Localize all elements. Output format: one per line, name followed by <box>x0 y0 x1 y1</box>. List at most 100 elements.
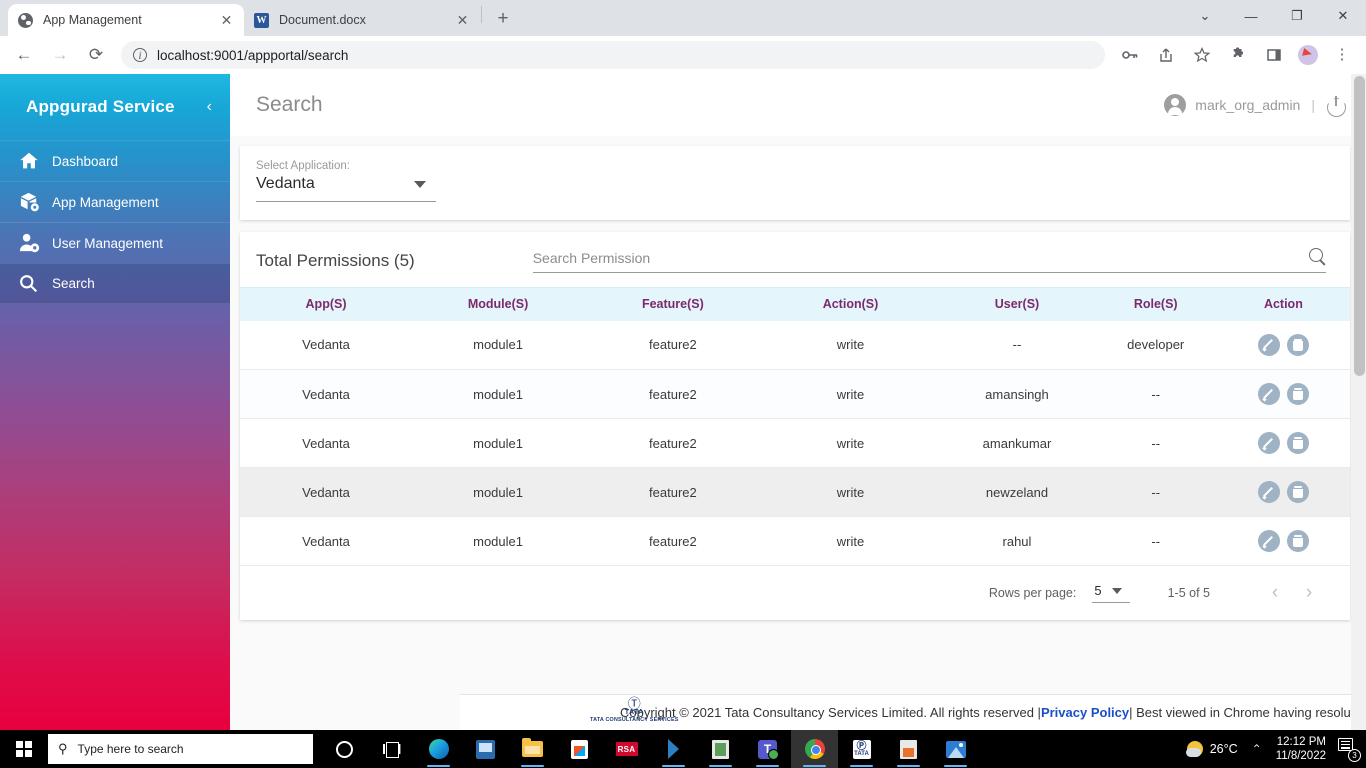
visual-studio-code-icon[interactable] <box>650 730 697 768</box>
cell-actions <box>1216 418 1350 468</box>
browser-window: App Management ✕ W Document.docx ✕ + ⌄ —… <box>0 0 1366 730</box>
sidebar-item-search[interactable]: Search <box>0 263 230 304</box>
toolbar-actions: ⋮ <box>1112 40 1360 70</box>
new-tab-button[interactable]: + <box>489 5 517 33</box>
copyright-text-before: Copyright © 2021 Tata Consultancy Servic… <box>619 705 1041 720</box>
tcs-logo: Ⓣ TATA TATA CONSULTANCY SERVICES <box>590 696 679 723</box>
sidebar-item-user-management[interactable]: User Management <box>0 222 230 263</box>
tcs-mark-icon: Ⓣ <box>627 696 641 711</box>
taskbar-clock[interactable]: 12:12 PM 11/8/2022 <box>1276 735 1326 763</box>
key-icon[interactable] <box>1115 40 1145 70</box>
next-page-button[interactable]: › <box>1292 582 1326 604</box>
chevron-left-icon[interactable]: ‹ <box>207 98 212 116</box>
edit-pencil-icon[interactable] <box>1257 432 1280 454</box>
sidebar-item-label: User Management <box>52 235 164 251</box>
permissions-table: App(S) Module(S) Feature(S) Action(S) Us… <box>240 287 1350 566</box>
photos-icon[interactable] <box>932 730 979 768</box>
total-permissions-label: Total Permissions (5) <box>256 250 415 270</box>
edit-pencil-icon[interactable] <box>1257 333 1280 356</box>
kebab-menu-icon[interactable]: ⋮ <box>1327 40 1357 70</box>
sidebar-item-app-management[interactable]: App Management <box>0 181 230 222</box>
permissions-toolbar: Total Permissions (5) <box>240 232 1350 287</box>
search-permission-field[interactable] <box>532 248 1326 273</box>
sidepanel-icon[interactable] <box>1259 40 1289 70</box>
profile-avatar-icon[interactable] <box>1298 45 1318 65</box>
close-icon[interactable]: ✕ <box>454 12 471 29</box>
delete-trash-icon[interactable] <box>1286 530 1309 552</box>
rows-per-page-select[interactable]: 5 <box>1092 583 1130 603</box>
cortana-icon[interactable] <box>321 730 368 768</box>
microsoft-teams-icon[interactable] <box>744 730 791 768</box>
remote-desktop-icon[interactable] <box>462 730 509 768</box>
maximize-icon[interactable]: ❐ <box>1274 0 1320 32</box>
close-icon[interactable]: ✕ <box>218 12 235 29</box>
sidebar-brand: Appgurad Service ‹ <box>0 74 230 140</box>
cell-user: newzeland <box>939 467 1095 517</box>
taskbar-search-box[interactable]: ⚲ Type here to search <box>48 734 313 764</box>
cell-app: Vedanta <box>240 320 413 370</box>
page-footer: Ⓣ TATA TATA CONSULTANCY SERVICES Copyrig… <box>460 694 1366 730</box>
rsa-securid-icon[interactable]: RSA <box>603 730 650 768</box>
edit-pencil-icon[interactable] <box>1257 481 1280 503</box>
sidebar-item-dashboard[interactable]: Dashboard <box>0 140 230 181</box>
microsoft-edge-icon[interactable] <box>415 730 462 768</box>
bookmark-star-icon[interactable] <box>1187 40 1217 70</box>
delete-trash-icon[interactable] <box>1286 432 1309 454</box>
show-hidden-icons-chevron-icon[interactable]: ⌃ <box>1252 742 1262 756</box>
copyright-text-after: | Best viewed in Chrome having resolutio… <box>1129 705 1366 720</box>
search-icon[interactable] <box>1309 248 1326 265</box>
windows-taskbar: ⚲ Type here to search RSA ⓅTATA 26°C ⌃ 1… <box>0 730 1366 768</box>
page-scrollbar[interactable] <box>1351 74 1366 730</box>
delete-trash-icon[interactable] <box>1286 383 1309 405</box>
extensions-puzzle-icon[interactable] <box>1223 40 1253 70</box>
delete-trash-icon[interactable] <box>1286 481 1309 503</box>
address-bar[interactable]: i localhost:9001/appportal/search <box>121 41 1105 69</box>
file-explorer-icon[interactable] <box>509 730 556 768</box>
close-window-icon[interactable]: ✕ <box>1320 0 1366 32</box>
select-application-dropdown[interactable]: Vedanta <box>256 175 436 202</box>
delete-trash-icon[interactable] <box>1286 333 1309 356</box>
weather-temperature: 26°C <box>1209 742 1238 756</box>
tab-title: App Management <box>43 13 142 27</box>
notification-center-button[interactable]: 3 <box>1338 738 1361 762</box>
tata-app-icon[interactable]: Ⓟ TATA <box>838 730 885 768</box>
divider: | <box>1311 97 1315 113</box>
browser-tab-app-management[interactable]: App Management ✕ <box>8 4 244 36</box>
google-chrome-icon[interactable] <box>791 730 838 768</box>
power-icon[interactable] <box>1326 95 1346 115</box>
forward-icon[interactable]: → <box>45 40 75 70</box>
search-permission-input[interactable] <box>532 250 1299 266</box>
tab-title: Document.docx <box>279 13 366 27</box>
reload-icon[interactable]: ⟳ <box>81 40 111 70</box>
weather-widget[interactable]: 26°C <box>1185 741 1238 757</box>
cell-feature: feature2 <box>584 320 762 370</box>
previous-page-button[interactable]: ‹ <box>1258 582 1292 604</box>
select-application-card: Select Application: Vedanta <box>240 146 1350 220</box>
table-header: App(S) Module(S) Feature(S) Action(S) Us… <box>240 287 1350 321</box>
page-info-icon[interactable]: i <box>133 48 147 62</box>
page-header: Search mark_org_admin | <box>230 74 1366 136</box>
cell-module: module1 <box>412 467 585 517</box>
edit-pencil-icon[interactable] <box>1257 383 1280 405</box>
minimize-all-icon[interactable]: ⌄ <box>1182 0 1228 32</box>
cell-app: Vedanta <box>240 516 413 566</box>
minimize-icon[interactable]: — <box>1228 0 1274 32</box>
pdf-reader-icon[interactable] <box>885 730 932 768</box>
cell-feature: feature2 <box>584 467 762 517</box>
start-button[interactable] <box>0 730 48 768</box>
share-icon[interactable] <box>1151 40 1181 70</box>
edit-pencil-icon[interactable] <box>1257 530 1280 552</box>
task-view-icon[interactable] <box>368 730 415 768</box>
microsoft-store-icon[interactable] <box>556 730 603 768</box>
notepad-icon[interactable] <box>697 730 744 768</box>
user-menu[interactable]: mark_org_admin | <box>1164 94 1346 116</box>
cell-user: amankumar <box>939 418 1095 468</box>
browser-tab-document[interactable]: W Document.docx ✕ <box>244 4 480 36</box>
page-range-label: 1-5 of 5 <box>1167 586 1210 600</box>
privacy-policy-link[interactable]: Privacy Policy <box>1041 705 1129 720</box>
sidebar-item-label: App Management <box>52 194 159 210</box>
cell-feature: feature2 <box>584 516 762 566</box>
table-row: Vedanta module1 feature2 write -- develo… <box>240 320 1350 370</box>
back-icon[interactable]: ← <box>9 40 39 70</box>
scrollbar-thumb[interactable] <box>1354 76 1365 376</box>
